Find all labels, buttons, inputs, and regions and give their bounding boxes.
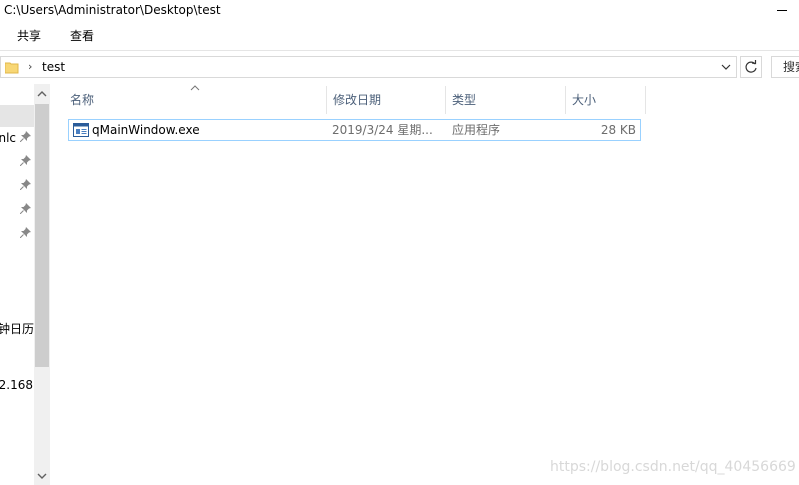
folder-icon bbox=[5, 62, 19, 74]
column-header-label: 类型 bbox=[452, 93, 477, 107]
chevron-down-icon[interactable] bbox=[717, 57, 735, 77]
title-bar: C:\Users\Administrator\Desktop\test bbox=[0, 0, 799, 22]
scroll-up-icon[interactable] bbox=[34, 86, 50, 103]
nav-item-pinned[interactable] bbox=[0, 151, 34, 173]
file-row[interactable]: qMainWindow.exe 2019/3/24 星期... 应用程序 28 … bbox=[68, 119, 641, 141]
pin-icon bbox=[20, 131, 31, 142]
refresh-button[interactable] bbox=[740, 56, 762, 78]
column-header-name[interactable]: 名称 bbox=[64, 84, 326, 114]
search-box[interactable]: 搜索 bbox=[771, 56, 799, 78]
file-name: qMainWindow.exe bbox=[92, 123, 200, 137]
pin-icon bbox=[20, 203, 31, 214]
column-header-label: 修改日期 bbox=[333, 93, 382, 107]
column-header-modified[interactable]: 修改日期 bbox=[327, 84, 445, 114]
file-explorer-window: C:\Users\Administrator\Desktop\test 共享 查… bbox=[0, 0, 799, 485]
nav-item-pinned[interactable] bbox=[0, 199, 34, 221]
breadcrumb-segment[interactable]: test bbox=[42, 59, 65, 75]
minimize-button[interactable] bbox=[765, 0, 799, 22]
watermark: https://blog.csdn.net/qq_40456669 bbox=[550, 459, 796, 475]
nav-item-label: vnlc bbox=[0, 131, 16, 145]
tab-share[interactable]: 共享 bbox=[17, 28, 41, 44]
column-header-label: 大小 bbox=[572, 93, 597, 107]
nav-item-pinned[interactable] bbox=[0, 175, 34, 197]
address-row: › test 搜索 bbox=[0, 51, 799, 84]
address-bar[interactable]: › test bbox=[0, 56, 737, 78]
breadcrumb-chevron-icon[interactable]: › bbox=[28, 59, 32, 75]
application-icon bbox=[73, 123, 89, 137]
file-modified: 2019/3/24 星期... bbox=[332, 123, 433, 137]
nav-item-network[interactable]: 192.168 bbox=[0, 377, 33, 393]
column-divider[interactable] bbox=[645, 86, 646, 114]
nav-selected-highlight bbox=[0, 105, 34, 127]
column-header-label: 名称 bbox=[70, 93, 95, 107]
file-size: 28 KB bbox=[600, 123, 636, 137]
pin-icon bbox=[20, 227, 31, 238]
window-title: C:\Users\Administrator\Desktop\test bbox=[4, 3, 221, 17]
file-type: 应用程序 bbox=[452, 123, 501, 137]
scrollbar-thumb[interactable] bbox=[35, 104, 49, 367]
nav-item-clock-calendar[interactable]: 时钟日历 bbox=[0, 321, 34, 337]
pin-icon bbox=[20, 155, 31, 166]
search-placeholder: 搜索 bbox=[783, 60, 799, 74]
column-header-size[interactable]: 大小 bbox=[566, 84, 645, 114]
ribbon-tabs: 共享 查看 bbox=[0, 22, 799, 50]
column-header-type[interactable]: 类型 bbox=[446, 84, 565, 114]
scroll-down-icon[interactable] bbox=[34, 467, 50, 484]
nav-item-pinned[interactable] bbox=[0, 223, 34, 245]
nav-item-pinned[interactable]: vnlc bbox=[0, 127, 34, 149]
tab-view[interactable]: 查看 bbox=[70, 28, 94, 44]
refresh-icon bbox=[745, 60, 757, 73]
pin-icon bbox=[20, 179, 31, 190]
